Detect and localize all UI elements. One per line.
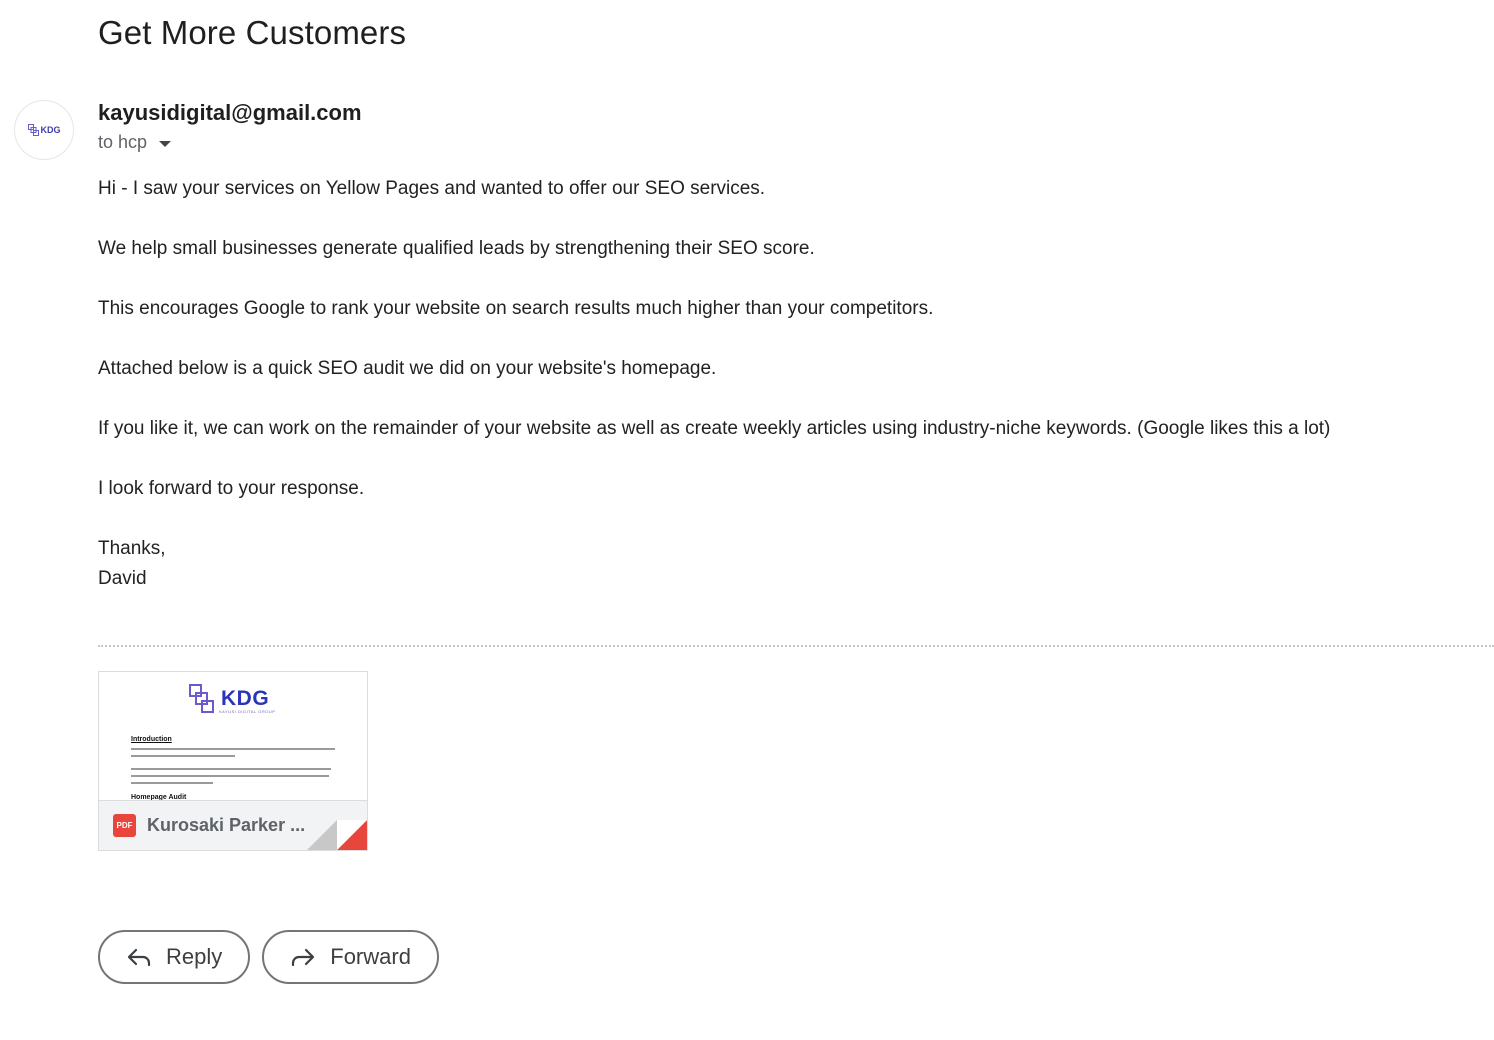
attachments-divider	[98, 645, 1494, 647]
recipient-line[interactable]: to hcp	[98, 132, 172, 153]
body-paragraph: Hi - I saw your services on Yellow Pages…	[98, 178, 766, 199]
reply-label: Reply	[166, 944, 223, 969]
reply-arrow-icon	[126, 944, 152, 970]
attachment-file-name[interactable]: Kurosaki Parker ...	[147, 815, 305, 836]
preview-text-line	[131, 775, 329, 777]
attachment-card[interactable]: KDG KAYUSI DIGITAL GROUP Introduction Ho…	[98, 671, 368, 851]
reply-button[interactable]: Reply	[98, 930, 251, 984]
pdf-icon: PDF	[113, 814, 136, 837]
attachment-preview[interactable]: KDG KAYUSI DIGITAL GROUP Introduction Ho…	[99, 672, 367, 801]
recipient-label: to hcp	[98, 132, 148, 152]
page-fold-icon	[307, 820, 367, 850]
kdg-logo-icon: KDG	[27, 124, 61, 136]
chevron-down-icon[interactable]	[159, 140, 172, 147]
email-body: Hi - I saw your services on Yellow Pages…	[98, 174, 1478, 594]
body-paragraph: If you like it, we can work on the remai…	[98, 418, 1331, 439]
forward-button[interactable]: Forward	[262, 930, 439, 984]
preview-text-line	[131, 748, 335, 750]
body-paragraph: We help small businesses generate qualif…	[98, 238, 815, 259]
preview-logo-subtext: KAYUSI DIGITAL GROUP	[219, 709, 276, 714]
preview-text-line	[131, 768, 331, 770]
message-actions: Reply Forward	[98, 930, 439, 984]
preview-text-line	[131, 782, 213, 784]
avatar-logo-text: KDG	[40, 125, 61, 135]
sender-email[interactable]: kayusidigital@gmail.com	[98, 100, 362, 126]
sender-avatar[interactable]: KDG	[14, 100, 74, 160]
attachment-footer[interactable]: PDF Kurosaki Parker ...	[99, 800, 367, 850]
forward-arrow-icon	[290, 944, 316, 970]
email-subject: Get More Customers	[98, 14, 407, 51]
forward-label: Forward	[330, 944, 411, 969]
body-paragraph: This encourages Google to rank your webs…	[98, 298, 934, 319]
preview-text-line	[131, 755, 235, 757]
preview-heading-introduction: Introduction	[131, 736, 172, 743]
body-paragraph: Attached below is a quick SEO audit we d…	[98, 358, 717, 379]
signoff: Thanks,	[98, 538, 166, 559]
preview-logo-text: KDG	[221, 687, 270, 710]
body-paragraph: I look forward to your response.	[98, 478, 365, 499]
signature: David	[98, 568, 147, 589]
